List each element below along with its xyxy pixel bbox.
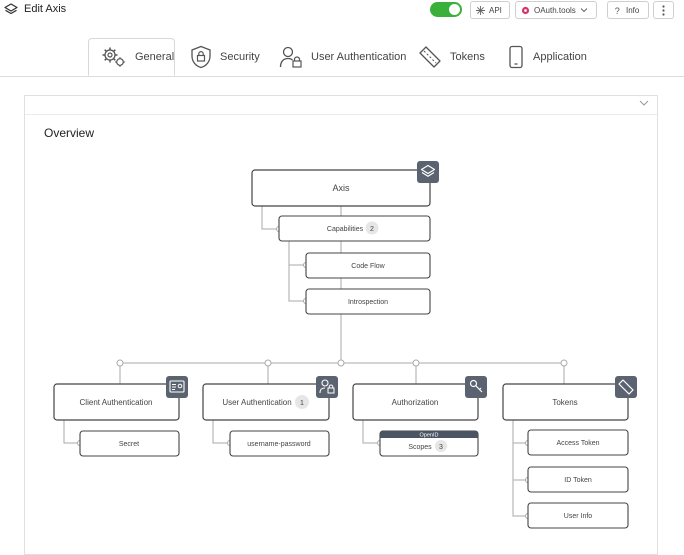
layers-icon [417, 161, 439, 183]
username-password-label: username-password [247, 441, 311, 448]
connector-code-flow [288, 241, 306, 266]
user-info-node[interactable]: User Info [527, 502, 629, 529]
connector-scopes [362, 420, 380, 444]
client-card-icon [166, 376, 188, 398]
secret-label: Secret [119, 441, 139, 448]
user-authentication-node[interactable]: User Authentication 1 [202, 376, 338, 421]
secret-node[interactable]: Secret [79, 430, 180, 457]
connector-dot [412, 359, 420, 367]
client-authentication-label: Client Authentication [80, 398, 153, 407]
access-token-node[interactable]: Access Token [527, 429, 629, 456]
connector-root-capabilities [261, 206, 279, 230]
tokens-node[interactable]: Tokens [502, 376, 637, 421]
ticket-icon [615, 376, 637, 398]
capabilities-count: 2 [370, 226, 374, 233]
connector-token-children [512, 420, 528, 517]
client-authentication-node[interactable]: Client Authentication [53, 376, 188, 421]
authorization-label: Authorization [392, 398, 439, 407]
id-token-label: ID Token [564, 477, 592, 484]
introspection-label: Introspection [348, 299, 388, 306]
tokens-label: Tokens [552, 398, 577, 407]
username-password-node[interactable]: username-password [229, 430, 330, 457]
capabilities-node[interactable]: Capabilities 2 [278, 215, 431, 242]
connector-dot [264, 359, 272, 367]
code-flow-label: Code Flow [351, 263, 385, 270]
capabilities-label: Capabilities [327, 226, 364, 233]
connector-dot [116, 359, 124, 367]
code-flow-node[interactable]: Code Flow [305, 252, 431, 279]
connector-dot [560, 359, 568, 367]
openid-tag-label: OpenID [420, 433, 439, 439]
scopes-node[interactable]: OpenID Scopes 3 [379, 430, 479, 457]
overview-tree: Axis Capabilities 2 Code Flow Introspect… [53, 161, 637, 529]
connector-dot [337, 359, 345, 367]
root-node[interactable]: Axis [251, 161, 439, 207]
scopes-label: Scopes [408, 444, 432, 451]
connector-username-password [212, 420, 230, 444]
user-lock-icon [316, 376, 338, 398]
user-authentication-label: User Authentication [222, 398, 291, 407]
access-token-label: Access Token [556, 440, 599, 447]
user-authentication-count: 1 [300, 400, 304, 407]
id-token-node[interactable]: ID Token [527, 466, 629, 493]
root-node-label: Axis [332, 183, 350, 193]
connector-introspection [288, 241, 306, 302]
key-icon [465, 376, 487, 398]
scopes-count: 3 [439, 444, 443, 451]
user-info-label: User Info [564, 513, 593, 520]
connector-secret [63, 420, 80, 444]
authorization-node[interactable]: Authorization [352, 376, 487, 421]
introspection-node[interactable]: Introspection [305, 288, 431, 315]
